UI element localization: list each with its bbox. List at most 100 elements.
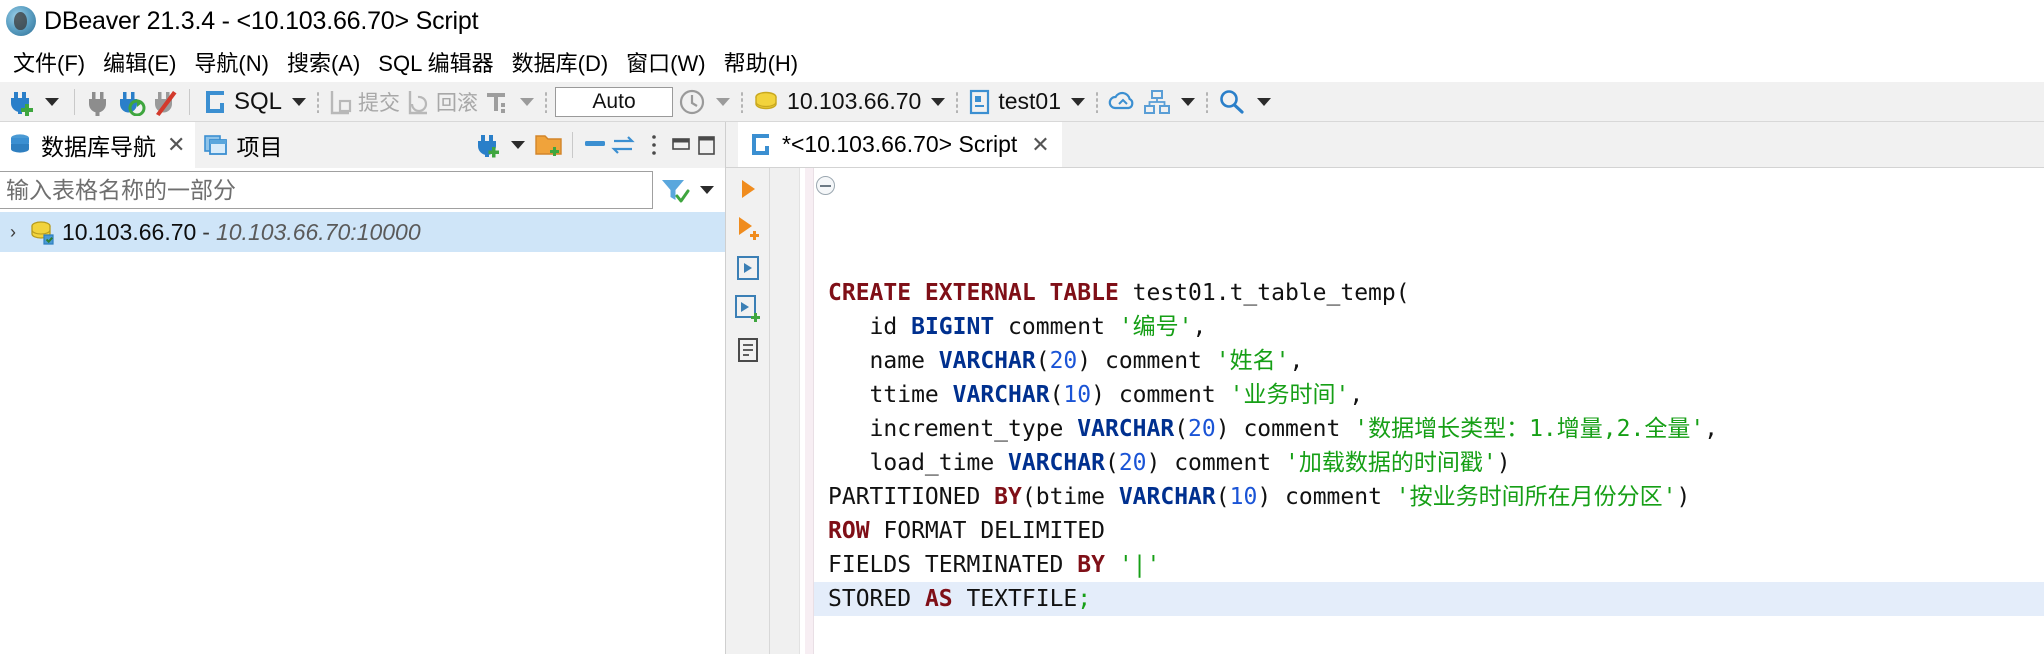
code-token: ; bbox=[1077, 586, 1092, 612]
reconnect-button[interactable] bbox=[115, 86, 149, 118]
code-line[interactable]: CREATE EXTERNAL TABLE test01.t_table_tem… bbox=[814, 276, 2044, 310]
search-dropdown-caret[interactable] bbox=[1256, 97, 1271, 106]
code-token: id bbox=[828, 314, 912, 340]
new-connection-button[interactable] bbox=[4, 86, 38, 118]
new-sql-editor-button[interactable]: SQL bbox=[198, 86, 285, 118]
execute-script-play-plus-icon[interactable] bbox=[733, 214, 763, 242]
code-token: 10 bbox=[1229, 484, 1258, 510]
active-schema-caret[interactable] bbox=[1070, 97, 1085, 106]
auto-commit-selector[interactable]: Auto bbox=[555, 86, 674, 117]
code-token: FORMAT DELIMITED bbox=[869, 518, 1105, 544]
editor-tabbar: *<10.103.66.70> Script ✕ bbox=[726, 122, 2044, 168]
maximize-icon[interactable] bbox=[695, 133, 719, 157]
new-connection-plug-plus-icon[interactable] bbox=[474, 131, 502, 159]
toolbar-drag-handle-5[interactable] bbox=[1094, 90, 1099, 113]
editor-folding-bar[interactable] bbox=[800, 168, 814, 654]
search-button[interactable] bbox=[1214, 86, 1250, 118]
minimize-icon[interactable] bbox=[669, 133, 693, 157]
cloud-explorer-button[interactable] bbox=[1104, 86, 1140, 118]
code-token: ( bbox=[1049, 382, 1064, 408]
code-token: ( bbox=[1104, 450, 1119, 476]
code-token: ( bbox=[1215, 484, 1230, 510]
new-connection-dropdown-caret[interactable] bbox=[45, 97, 59, 106]
chevron-right-icon[interactable]: › bbox=[2, 222, 24, 243]
disconnect-red-slash-icon bbox=[152, 88, 178, 116]
new-connection-plug-plus-icon bbox=[7, 88, 35, 116]
cloud-icon bbox=[1107, 88, 1137, 116]
tab-projects-label: 项目 bbox=[236, 134, 283, 160]
code-line[interactable]: load_time VARCHAR(20) comment '加载数据的时间戳'… bbox=[814, 446, 2044, 480]
code-token: BY bbox=[1077, 552, 1105, 578]
menu-navigate[interactable]: 导航(N) bbox=[185, 44, 278, 80]
tab-sql-script[interactable]: *<10.103.66.70> Script ✕ bbox=[738, 122, 1062, 167]
toolbar-drag-handle-6[interactable] bbox=[1204, 90, 1209, 113]
tab-sql-script-label: *<10.103.66.70> Script bbox=[782, 131, 1018, 157]
code-token: VARCHAR bbox=[952, 382, 1050, 408]
close-icon[interactable]: ✕ bbox=[1031, 133, 1049, 156]
code-token: 20 bbox=[1188, 416, 1216, 442]
menu-search[interactable]: 搜索(A) bbox=[278, 44, 369, 80]
code-line[interactable]: increment_type VARCHAR(20) comment '数据增长… bbox=[814, 412, 2044, 446]
menu-window[interactable]: 窗口(W) bbox=[617, 44, 714, 80]
toolbar-drag-handle-3[interactable] bbox=[740, 90, 745, 113]
link-with-editor-icon[interactable] bbox=[611, 133, 639, 157]
tab-database-navigator[interactable]: 数据库导航 ✕ bbox=[0, 122, 196, 168]
code-token: '编号' bbox=[1118, 314, 1193, 340]
toolbar-drag-handle-4[interactable] bbox=[955, 90, 960, 113]
filter-funnel-icon[interactable] bbox=[657, 175, 691, 205]
code-line[interactable]: name VARCHAR(20) comment '姓名', bbox=[814, 344, 2044, 378]
menu-file[interactable]: 文件(F) bbox=[4, 44, 94, 80]
code-line[interactable]: ROW FORMAT DELIMITED bbox=[814, 514, 2044, 548]
transaction-mode-caret[interactable] bbox=[520, 97, 535, 106]
disconnect-button[interactable] bbox=[83, 86, 115, 118]
transaction-mode-button[interactable] bbox=[481, 86, 513, 118]
clock-history-icon bbox=[678, 88, 706, 116]
menu-edit[interactable]: 编辑(E) bbox=[94, 44, 185, 80]
execute-export-icon[interactable] bbox=[733, 294, 763, 324]
menu-database[interactable]: 数据库(D) bbox=[503, 44, 618, 80]
rollback-button: 回滚 bbox=[403, 86, 481, 118]
menu-help[interactable]: 帮助(H) bbox=[715, 44, 808, 80]
chevron-down-icon[interactable] bbox=[511, 141, 525, 149]
code-line[interactable]: FIELDS TERMINATED BY '|' bbox=[814, 548, 2044, 582]
query-history-caret[interactable] bbox=[716, 97, 731, 106]
sql-editor-vertical-toolbar bbox=[726, 168, 770, 654]
collapse-all-icon[interactable] bbox=[581, 133, 609, 157]
database-connection-icon bbox=[752, 88, 782, 116]
active-connection-caret[interactable] bbox=[931, 97, 946, 106]
code-line[interactable]: ttime VARCHAR(10) comment '业务时间', bbox=[814, 378, 2044, 412]
active-connection-selector[interactable]: 10.103.66.70 bbox=[749, 86, 924, 118]
collapse-block-icon[interactable] bbox=[816, 176, 835, 195]
table-filter-input[interactable] bbox=[0, 171, 653, 209]
left-panel-toolbar bbox=[474, 122, 725, 168]
invalidate-connection-button[interactable] bbox=[149, 86, 181, 118]
editor-gutter[interactable] bbox=[770, 168, 800, 654]
filter-dropdown-caret[interactable] bbox=[700, 186, 714, 194]
view-menu-icon[interactable] bbox=[649, 132, 659, 158]
tree-item-connection[interactable]: › 10.103.66.70 - 10.103.66.70:10000 bbox=[0, 212, 725, 252]
execute-new-tab-icon[interactable] bbox=[734, 254, 762, 282]
database-connection-icon bbox=[28, 218, 58, 246]
execute-play-icon[interactable] bbox=[735, 176, 761, 202]
new-folder-plus-icon[interactable] bbox=[534, 131, 564, 159]
er-diagram-button[interactable] bbox=[1140, 86, 1174, 118]
toolbar-drag-handle-2[interactable] bbox=[544, 90, 549, 113]
tab-projects[interactable]: 项目 bbox=[195, 122, 292, 168]
code-token: '业务时间' bbox=[1229, 382, 1350, 408]
code-line[interactable]: PARTITIONED BY(btime VARCHAR(10) comment… bbox=[814, 480, 2044, 514]
code-token: AS bbox=[924, 586, 953, 612]
sql-editor-dropdown-caret[interactable] bbox=[292, 97, 307, 106]
query-history-button[interactable] bbox=[675, 86, 709, 118]
title-bar: DBeaver 21.3.4 - <10.103.66.70> Script bbox=[0, 0, 2044, 42]
er-diagram-caret[interactable] bbox=[1180, 97, 1195, 106]
rollback-label: 回滚 bbox=[436, 91, 479, 115]
sql-code-area[interactable]: CREATE EXTERNAL TABLE test01.t_table_tem… bbox=[814, 168, 2044, 654]
active-schema-selector[interactable]: test01 bbox=[964, 86, 1064, 118]
code-line[interactable]: STORED AS TEXTFILE; bbox=[814, 582, 2044, 616]
close-icon[interactable]: ✕ bbox=[167, 134, 185, 156]
code-line[interactable]: id BIGINT comment '编号', bbox=[814, 310, 2044, 344]
execution-plan-icon[interactable] bbox=[734, 336, 762, 364]
toolbar-drag-handle-1[interactable] bbox=[316, 90, 321, 113]
menu-sql-editor[interactable]: SQL 编辑器 bbox=[369, 44, 502, 80]
commit-icon bbox=[328, 88, 354, 116]
